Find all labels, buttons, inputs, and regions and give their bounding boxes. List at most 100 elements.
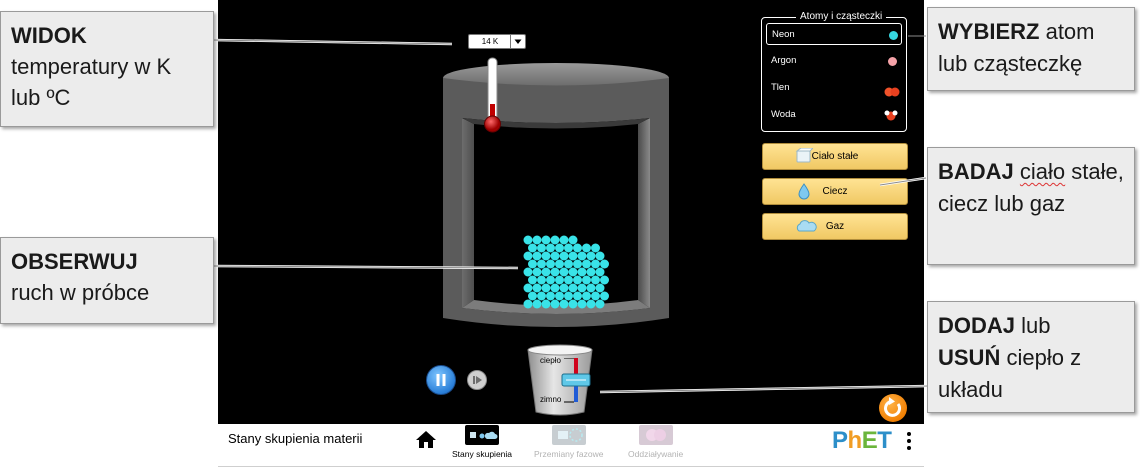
more-menu-icon[interactable] [906, 432, 912, 454]
particle [577, 251, 587, 261]
particle [582, 259, 591, 269]
tab-interaction[interactable]: Oddziaływanie [628, 425, 683, 461]
particle [546, 243, 555, 253]
liquid-button[interactable]: Ciecz [762, 178, 908, 205]
atom-label: Tlen [771, 82, 790, 93]
tab-label: Przemiany fazowe [534, 449, 604, 459]
callout-add: DODAJ lub USUŃ ciepło z układu [927, 301, 1135, 413]
states-screen-icon [465, 425, 499, 445]
particle [573, 259, 582, 269]
particle [523, 251, 533, 261]
interaction-screen-icon [638, 425, 673, 445]
particle [573, 275, 582, 285]
pause-icon [436, 374, 446, 386]
particle [559, 235, 569, 245]
particle [582, 275, 591, 285]
particle [559, 299, 569, 309]
particle [595, 267, 605, 277]
atom-option-water[interactable]: Woda [766, 104, 902, 126]
tab-states-of-matter[interactable]: Stany skupienia [452, 425, 512, 461]
particle [559, 251, 569, 261]
particle [523, 283, 533, 293]
tab-phase-changes[interactable]: Przemiany fazowe [534, 425, 603, 461]
particle [532, 283, 542, 293]
atom-label: Woda [771, 109, 796, 120]
callout-observe: OBSERWUJ ruch w próbce [0, 237, 214, 324]
atom-option-argon[interactable]: Argon [766, 50, 902, 72]
particle [546, 291, 555, 301]
particle [591, 275, 600, 285]
simulation-area: 14 K ciepło zimno Atomy i cząsteczki Neo… [218, 0, 924, 424]
particle [582, 291, 591, 301]
neon-atom-icon [889, 31, 898, 40]
particle [532, 299, 542, 309]
particle [541, 267, 551, 277]
particle [568, 251, 578, 261]
callout-explore: BADAJ ciało stałe, ciecz lub gaz [927, 147, 1135, 265]
particle [532, 235, 542, 245]
oxygen-molecule-icon [884, 84, 900, 106]
particle [550, 235, 560, 245]
particle [559, 267, 569, 277]
particle [541, 283, 551, 293]
particle [546, 259, 555, 269]
particle [550, 251, 560, 261]
particle [595, 251, 605, 261]
chevron-down-icon [510, 35, 525, 48]
particle [568, 267, 578, 277]
liquid-label: Ciecz [822, 186, 848, 197]
particle [600, 259, 609, 269]
particle [541, 235, 551, 245]
tab-label: Stany skupienia [452, 449, 513, 459]
callout-view-text: temperatury w K lub ºC [11, 54, 172, 110]
tab-label: Oddziaływanie [628, 449, 684, 459]
callout-observe-bold: OBSERWUJ [11, 249, 138, 274]
callout-explore-bold: BADAJ [938, 159, 1014, 184]
particle [564, 243, 573, 253]
particle [573, 243, 582, 253]
pause-button[interactable] [426, 365, 456, 395]
particle [591, 243, 600, 253]
particle [568, 299, 578, 309]
home-icon[interactable] [415, 429, 437, 449]
particle [568, 283, 578, 293]
particle [528, 275, 537, 285]
phase-changes-screen-icon [551, 425, 586, 445]
particle [550, 283, 560, 293]
atom-label: Neon [772, 29, 795, 40]
navigation-bar: Stany skupienia materii Stany skupienia … [218, 424, 924, 467]
atom-option-oxygen[interactable]: Tlen [766, 77, 902, 99]
particle [528, 259, 537, 269]
callout-observe-text: ruch w próbce [11, 280, 150, 305]
gas-button[interactable]: Gaz [762, 213, 908, 240]
callout-view: WIDOK temperatury w K lub ºC [0, 11, 214, 127]
particle [564, 291, 573, 301]
particle [523, 235, 533, 245]
sim-title: Stany skupienia materii [228, 431, 363, 446]
particle [586, 299, 596, 309]
step-forward-button[interactable] [467, 370, 487, 390]
particle [577, 283, 587, 293]
particle [559, 283, 569, 293]
solid-button[interactable]: Ciało stałe [762, 143, 908, 170]
temperature-units-dropdown[interactable]: 14 K [468, 34, 526, 49]
particle [586, 283, 596, 293]
gas-label: Gaz [825, 221, 845, 232]
atom-option-neon[interactable]: Neon [766, 23, 902, 45]
reset-all-button[interactable] [879, 394, 907, 422]
particle [577, 299, 587, 309]
particle [600, 275, 609, 285]
particle [591, 291, 600, 301]
particle [541, 299, 551, 309]
atom-label: Argon [771, 55, 797, 66]
particle [550, 267, 560, 277]
particle [595, 299, 605, 309]
particle [523, 267, 533, 277]
heat-cool-slider[interactable] [558, 358, 598, 406]
particle [555, 291, 564, 301]
phet-logo[interactable]: PhET [832, 427, 892, 455]
callout-select-bold: WYBIERZ [938, 19, 1040, 44]
callout-add-bold1: DODAJ [938, 313, 1016, 338]
particle [586, 267, 596, 277]
callout-add-bold2: USUŃ [938, 345, 1001, 370]
